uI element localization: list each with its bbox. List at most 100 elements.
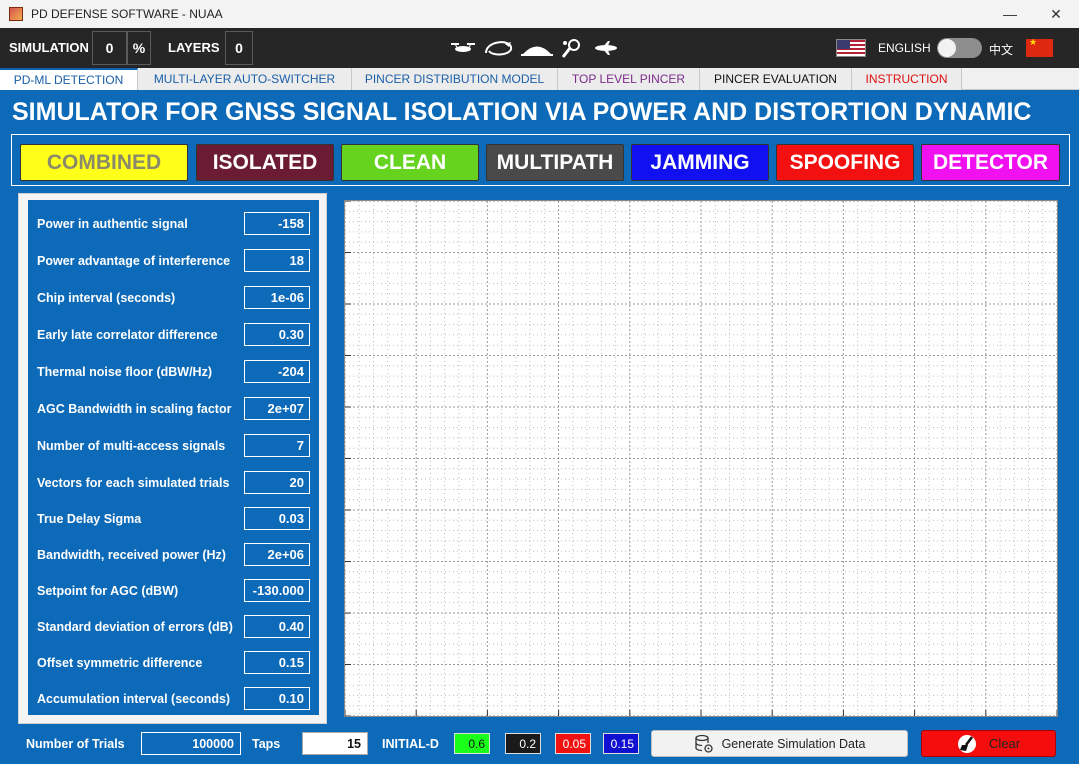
window-titlebar: PD DEFENSE SOFTWARE - NUAA — ✕ [0, 0, 1079, 28]
param-field[interactable] [244, 249, 310, 272]
toggle-knob [938, 39, 956, 57]
param-row: Number of multi-access signals [28, 434, 319, 458]
param-field[interactable] [244, 579, 310, 602]
plot-grid [344, 200, 1058, 717]
param-field[interactable] [244, 471, 310, 494]
simulation-value: 0 [92, 31, 127, 65]
combined-button[interactable]: COMBINED [20, 144, 188, 181]
taps-label: Taps [252, 737, 281, 751]
param-label: Thermal noise floor (dBW/Hz) [37, 365, 212, 379]
param-label: Accumulation interval (seconds) [37, 692, 231, 706]
generate-label: Generate Simulation Data [721, 736, 866, 751]
jet-icon [519, 36, 555, 60]
tab-pincer-distribution-model[interactable]: PINCER DISTRIBUTION MODEL [352, 68, 558, 90]
drone-icon [448, 36, 478, 60]
initial-d-value[interactable]: 0.15 [603, 733, 639, 754]
param-row: Thermal noise floor (dBW/Hz) [28, 360, 319, 384]
initial-d-label: INITIAL-D [382, 737, 439, 751]
clear-label: Clear [988, 736, 1021, 751]
param-row: Early late correlator difference [28, 323, 319, 347]
tab-bar: PD-ML DETECTION MULTI-LAYER AUTO-SWITCHE… [0, 68, 1079, 90]
plane-loop-icon [483, 36, 515, 60]
param-label: Setpoint for AGC (dBW) [37, 584, 179, 598]
param-row: Bandwidth, received power (Hz) [28, 543, 319, 567]
param-field[interactable] [244, 651, 310, 674]
chinese-label: 中文 [989, 43, 1014, 57]
param-field[interactable] [244, 543, 310, 566]
taps-field[interactable] [302, 732, 368, 755]
param-label: Offset symmetric difference [37, 656, 203, 670]
broom-icon [957, 734, 979, 754]
tab-top-level-pincer[interactable]: TOP LEVEL PINCER [558, 68, 700, 90]
param-field[interactable] [244, 360, 310, 383]
trials-label: Number of Trials [26, 737, 125, 751]
param-label: Chip interval (seconds) [37, 291, 176, 305]
category-button-strip: COMBINED ISOLATED CLEAN MULTIPATH JAMMIN… [11, 134, 1070, 186]
param-label: Vectors for each simulated trials [37, 476, 230, 490]
database-gear-icon [694, 734, 714, 754]
isolated-button[interactable]: ISOLATED [196, 144, 334, 181]
percent-sign: % [127, 31, 151, 65]
top-toolbar: SIMULATION 0 % LAYERS 0 ENGLISH 中文 [0, 28, 1079, 68]
parameter-panel: Power in authentic signal Power advantag… [28, 200, 319, 715]
close-button[interactable]: ✕ [1033, 0, 1079, 28]
param-label: Bandwidth, received power (Hz) [37, 548, 226, 562]
param-row: Power advantage of interference [28, 249, 319, 273]
page-title: SIMULATOR FOR GNSS SIGNAL ISOLATION VIA … [12, 98, 1032, 126]
multipath-button[interactable]: MULTIPATH [486, 144, 624, 181]
initial-d-value[interactable]: 0.05 [555, 733, 591, 754]
simulation-label: SIMULATION [9, 40, 89, 55]
param-field[interactable] [244, 687, 310, 710]
language-label: ENGLISH [878, 41, 931, 55]
param-label: Early late correlator difference [37, 328, 218, 342]
param-row: Setpoint for AGC (dBW) [28, 579, 319, 603]
param-field[interactable] [244, 286, 310, 309]
aircraft-icon [591, 36, 621, 60]
param-row: Accumulation interval (seconds) [28, 687, 319, 711]
maximize-button[interactable] [988, 0, 1034, 28]
param-row: True Delay Sigma [28, 507, 319, 531]
satellite-pin-icon [558, 36, 586, 60]
param-field[interactable] [244, 434, 310, 457]
clean-button[interactable]: CLEAN [341, 144, 479, 181]
trials-field[interactable] [141, 732, 241, 755]
tab-pincer-evaluation[interactable]: PINCER EVALUATION [700, 68, 852, 90]
param-label: Power in authentic signal [37, 217, 188, 231]
china-flag-icon [1026, 37, 1053, 57]
param-row: Chip interval (seconds) [28, 286, 319, 310]
main-panel: SIMULATOR FOR GNSS SIGNAL ISOLATION VIA … [0, 90, 1079, 764]
param-label: True Delay Sigma [37, 512, 142, 526]
initial-d-value[interactable]: 0.2 [505, 733, 541, 754]
param-label: AGC Bandwidth in scaling factor [37, 402, 232, 416]
param-label: Number of multi-access signals [37, 439, 226, 453]
app-logo-icon [9, 7, 23, 21]
jamming-button[interactable]: JAMMING [631, 144, 769, 181]
clear-button[interactable]: Clear [921, 730, 1056, 757]
param-label: Power advantage of interference [37, 254, 231, 268]
spoofing-button[interactable]: SPOOFING [776, 144, 914, 181]
layers-value: 0 [225, 31, 253, 65]
generate-simulation-button[interactable]: Generate Simulation Data [651, 730, 908, 757]
param-row: Power in authentic signal [28, 212, 319, 236]
param-field[interactable] [244, 507, 310, 530]
plot-area[interactable] [344, 200, 1058, 717]
window-title: PD DEFENSE SOFTWARE - NUAA [31, 7, 223, 21]
layers-label: LAYERS [168, 40, 220, 55]
param-row: Offset symmetric difference [28, 651, 319, 675]
tab-pd-ml-detection[interactable]: PD-ML DETECTION [0, 68, 138, 90]
bottom-bar: Number of Trials Taps INITIAL-D 0.6 0.2 … [0, 726, 1079, 764]
initial-d-value[interactable]: 0.6 [454, 733, 490, 754]
param-row: Standard deviation of errors (dB) [28, 615, 319, 639]
param-field[interactable] [244, 397, 310, 420]
param-field[interactable] [244, 212, 310, 235]
detector-button[interactable]: DETECTOR [921, 144, 1060, 181]
language-toggle[interactable] [937, 38, 982, 58]
tab-multi-layer-auto-switcher[interactable]: MULTI-LAYER AUTO-SWITCHER [138, 68, 352, 90]
us-flag-icon [836, 39, 866, 57]
param-field[interactable] [244, 615, 310, 638]
param-field[interactable] [244, 323, 310, 346]
param-row: Vectors for each simulated trials [28, 471, 319, 495]
tab-instruction[interactable]: INSTRUCTION [852, 68, 962, 90]
parameter-panel-frame: Power in authentic signal Power advantag… [18, 193, 327, 724]
param-label: Standard deviation of errors (dB) [37, 620, 233, 634]
